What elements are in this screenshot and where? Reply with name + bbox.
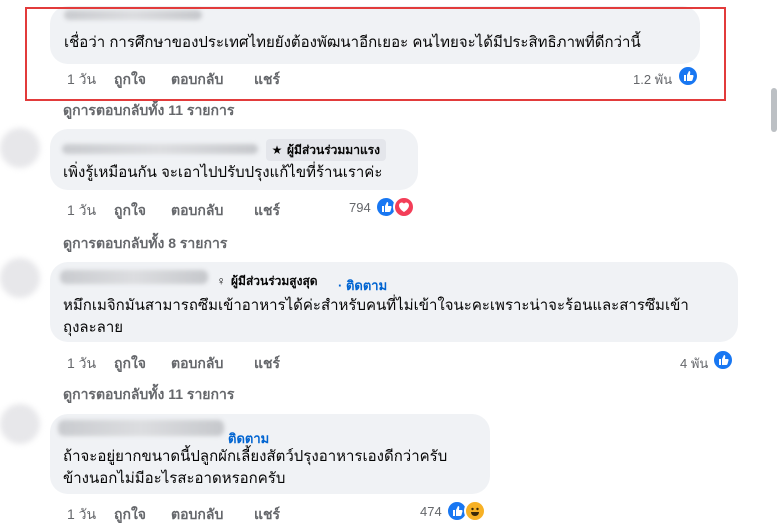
comment-actions: 1 วัน ถูกใจ ตอบกลับ แชร์ xyxy=(0,353,777,371)
comment-actions: 1 วัน ถูกใจ ตอบกลับ แชร์ xyxy=(0,504,777,522)
scrollbar-thumb[interactable] xyxy=(771,88,777,132)
reaction-count[interactable]: 794 xyxy=(349,200,371,215)
star-icon: ★ xyxy=(271,143,283,157)
avatar[interactable] xyxy=(0,404,40,444)
haha-reaction-icon[interactable] xyxy=(464,500,486,522)
avatar[interactable] xyxy=(0,128,40,168)
view-replies-link[interactable]: ดูการตอบกลับทั้ง 11 รายการ xyxy=(63,384,234,406)
badge-label: ผู้มีส่วนร่วมมาแรง xyxy=(287,143,380,157)
contributor-badge[interactable]: ♀ ผู้มีส่วนร่วมสูงสุด xyxy=(210,270,324,292)
like-reaction-icon[interactable] xyxy=(712,349,734,371)
comment-time[interactable]: 1 วัน xyxy=(67,353,96,375)
follow-button[interactable]: ติดตาม xyxy=(228,428,269,449)
badge-label: ผู้มีส่วนร่วมสูงสุด xyxy=(231,274,318,288)
trophy-icon: ♀ xyxy=(216,274,226,288)
comment-text: เพิ่งรู้เหมือนกัน จะเอาไปปรับปรุงแก้ไขที… xyxy=(63,164,383,181)
contributor-badge[interactable]: ★ ผู้มีส่วนร่วมมาแรง xyxy=(266,139,386,161)
love-reaction-icon[interactable] xyxy=(393,196,415,218)
follow-button[interactable]: · ติดตาม xyxy=(338,275,387,296)
avatar[interactable] xyxy=(0,258,40,298)
highlight-frame xyxy=(25,7,726,101)
view-replies-link[interactable]: ดูการตอบกลับทั้ง 8 รายการ xyxy=(63,233,227,255)
reaction-count[interactable]: 474 xyxy=(420,504,442,519)
commenter-name[interactable] xyxy=(62,144,258,154)
like-button[interactable]: ถูกใจ xyxy=(114,200,146,222)
commenter-name[interactable] xyxy=(60,270,208,284)
reply-button[interactable]: ตอบกลับ xyxy=(171,200,223,222)
like-button[interactable]: ถูกใจ xyxy=(114,353,146,375)
view-replies-link[interactable]: ดูการตอบกลับทั้ง 11 รายการ xyxy=(63,100,234,122)
share-button[interactable]: แชร์ xyxy=(254,200,280,222)
reply-button[interactable]: ตอบกลับ xyxy=(171,353,223,375)
commenter-name[interactable] xyxy=(58,420,224,436)
reaction-count[interactable]: 4 พัน xyxy=(680,353,708,374)
comment-time[interactable]: 1 วัน xyxy=(67,200,96,222)
comment-text-line-1: ถ้าจะอยู่ยากขนาดนี้ปลูกผักเลี้ยงสัตว์ปรุ… xyxy=(63,448,448,465)
comment-text-line-1: หมึกเมจิกมันสามารถซึมเข้าอาหารได้ค่ะสำหร… xyxy=(63,297,689,314)
share-button[interactable]: แชร์ xyxy=(254,353,280,375)
comment-text-line-2: ข้างนอกไม่มีอะไรสะอาดหรอกครับ xyxy=(63,470,286,487)
comment-text-line-2: ถุงละลาย xyxy=(63,319,124,336)
